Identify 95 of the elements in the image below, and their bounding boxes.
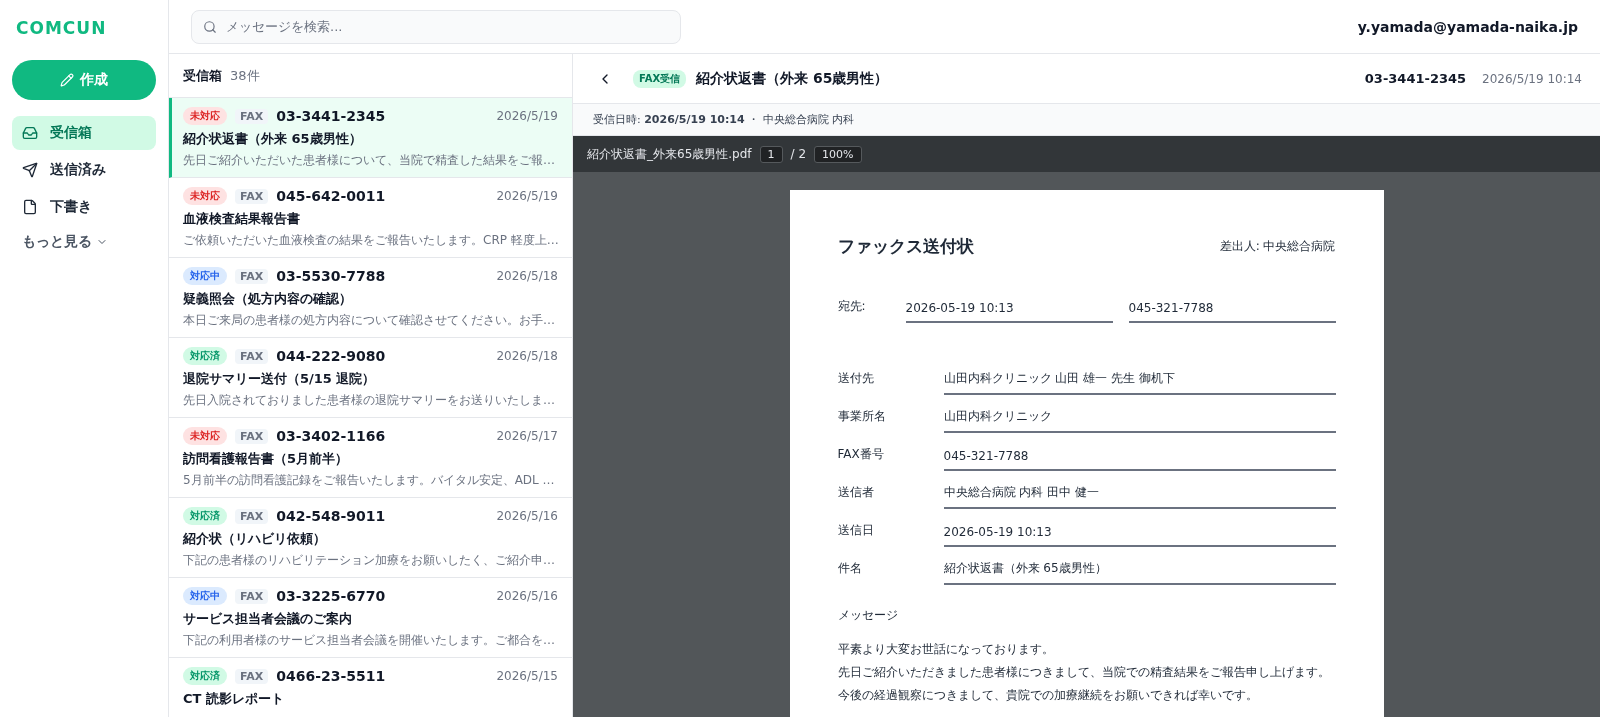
more-link[interactable]: もっと見る — [12, 227, 156, 257]
message-date: 2026/5/15 — [496, 669, 558, 683]
message-subject: 退院サマリー送付（5/15 退院） — [183, 370, 377, 388]
inbox-icon — [22, 125, 38, 141]
message-subject: 疑義照会（処方内容の確認） — [183, 290, 353, 308]
sidebar-label: 下書き — [50, 198, 92, 216]
message-subject: CT 読影レポート — [183, 690, 285, 708]
pdf-filename: 紹介状返書_外来65歳男性.pdf — [587, 145, 752, 163]
detail-subject: 紹介状返書（外来 65歳男性） — [696, 69, 889, 88]
field-value: 045-321-7788 — [943, 449, 1336, 471]
send-icon — [22, 162, 38, 178]
detail-number: 03-3441-2345 — [1364, 71, 1467, 86]
field-value: 山田内科クリニック — [943, 408, 1336, 433]
message-date: 2026/5/19 — [496, 189, 558, 203]
status-badge: 未対応 — [183, 187, 227, 205]
channel-tag: FAX — [235, 428, 269, 444]
sidebar-item[interactable]: 送信済み — [12, 153, 156, 187]
user-email: y.yamada@yamada-naika.jp — [1357, 18, 1578, 35]
field-label: FAX番号 — [837, 446, 885, 463]
field-value: 045-321-7788 — [1128, 301, 1336, 323]
fax-number: 03-3441-2345 — [276, 108, 386, 124]
file-icon — [22, 199, 38, 215]
field-label: 送信者 — [837, 484, 875, 501]
message-date: 2026/5/19 — [496, 109, 558, 123]
fax-tag: FAX受信 — [633, 69, 687, 88]
message-subject: 紹介状（リハビリ依頼） — [183, 530, 327, 548]
received-info: 受信日時: 2026/5/19 10:14 ・ 中央総合病院 内科 — [593, 112, 855, 127]
message-paragraph: 平素より大変お世話になっております。 — [837, 641, 1055, 658]
search-icon — [203, 19, 217, 34]
message-preview: 下記の利用者様のサービス担当者会議を開催いたします。ご都合を… — [183, 632, 556, 649]
message-subject: 訪問看護報告書（5月前半） — [183, 450, 350, 468]
sidebar-item[interactable]: 下書き — [12, 190, 156, 224]
message-subject: 血液検査結果報告書 — [183, 210, 301, 228]
message-subject: 紹介状返書（外来 65歳男性） — [183, 130, 363, 148]
message-count: 38件 — [230, 66, 260, 85]
message-preview: 5月前半の訪問看護記録をご報告いたします。バイタル安定、ADL … — [183, 472, 556, 489]
app-logo: COMCUN — [15, 18, 108, 38]
list-title: 受信箱 — [183, 66, 222, 85]
field-label: 送信日 — [837, 522, 875, 539]
message-preview: 下記の患者様のリハビリテーション加療をお願いしたく、ご紹介申… — [183, 552, 556, 569]
status-badge: 対応済 — [183, 667, 227, 685]
channel-tag: FAX — [235, 588, 269, 604]
page-number-field[interactable]: 1 — [759, 145, 783, 163]
fax-number: 03-5530-7788 — [276, 268, 386, 284]
fax-number: 03-3402-1166 — [276, 428, 386, 444]
message-date: 2026/5/18 — [496, 269, 558, 283]
message-preview: 先日ご紹介いただいた患者様について、当院で精査した結果をご報… — [183, 152, 556, 169]
message-date: 2026/5/18 — [496, 349, 558, 363]
detail-datetime: 2026/5/19 10:14 — [1482, 71, 1582, 86]
status-badge: 未対応 — [183, 107, 227, 125]
fax-number: 0466-23-5511 — [276, 668, 386, 684]
field-value: 2026-05-19 10:13 — [943, 525, 1336, 547]
fax-number: 044-222-9080 — [276, 348, 386, 364]
message-paragraph: 今後の経過観察につきまして、貴院での加療継続をお願いできれば幸いです。 — [837, 687, 1259, 704]
field-value: 紹介状返書（外来 65歳男性） — [943, 560, 1336, 585]
field-value: 山田内科クリニック 山田 雄一 先生 御机下 — [943, 370, 1336, 395]
channel-tag: FAX — [235, 668, 269, 684]
status-badge: 対応済 — [183, 347, 227, 365]
fax-number: 042-548-9011 — [276, 508, 386, 524]
fax-number: 03-3225-6770 — [276, 588, 386, 604]
fax-number: 045-642-0011 — [276, 188, 386, 204]
message-date: 2026/5/16 — [496, 589, 558, 603]
document-title: ファックス送付状 — [837, 235, 974, 258]
document-sender: 差出人: 中央総合病院 — [1219, 238, 1336, 255]
message-preview: ご依頼いただいた血液検査の結果をご報告いたします。CRP 軽度上… — [183, 232, 558, 249]
field-value: 中央総合病院 内科 田中 健一 — [943, 484, 1336, 509]
status-badge: 未対応 — [183, 427, 227, 445]
field-value: 2026-05-19 10:13 — [905, 301, 1113, 323]
search-field[interactable]: メッセージを検索... — [191, 9, 681, 44]
channel-tag: FAX — [235, 108, 269, 124]
page-total: / 2 — [790, 147, 807, 161]
pencil-icon — [60, 73, 74, 87]
field-label: 宛先: — [837, 298, 867, 315]
message-paragraph: 先日ご紹介いただきました患者様につきまして、当院での精査結果をご報告申し上げます。 — [837, 664, 1331, 681]
field-label: 事業所名 — [837, 408, 887, 425]
status-badge: 対応済 — [183, 507, 227, 525]
channel-tag: FAX — [235, 508, 269, 524]
message-row[interactable]: 未対応 FAX 03-3441-2345 2026/5/19 紹介状返書（外来 65歳男性） 先日ご紹介いただいた患者様について、当院で精査した結果をご報… — [169, 98, 572, 178]
zoom-level[interactable]: 100% — [814, 145, 862, 163]
channel-tag: FAX — [235, 348, 269, 364]
message-date: 2026/5/17 — [496, 429, 558, 443]
field-label: 送付先 — [837, 370, 875, 387]
field-label: 件名 — [837, 560, 863, 577]
sidebar-label: 受信箱 — [50, 124, 92, 142]
message-subject: サービス担当者会議のご案内 — [183, 610, 353, 628]
message-date: 2026/5/16 — [496, 509, 558, 523]
status-badge: 対応中 — [183, 267, 227, 285]
message-preview: 先日入院されておりました患者様の退院サマリーをお送りいたしま… — [183, 392, 556, 409]
sidebar-label: 送信済み — [50, 161, 106, 179]
status-badge: 対応中 — [183, 587, 227, 605]
channel-tag: FAX — [235, 268, 269, 284]
sidebar-item[interactable]: 受信箱 — [12, 116, 156, 150]
message-preview: 本日ご来局の患者様の処方内容について確認させてください。お手… — [183, 312, 556, 329]
message-label: メッセージ — [837, 607, 899, 624]
channel-tag: FAX — [235, 188, 269, 204]
